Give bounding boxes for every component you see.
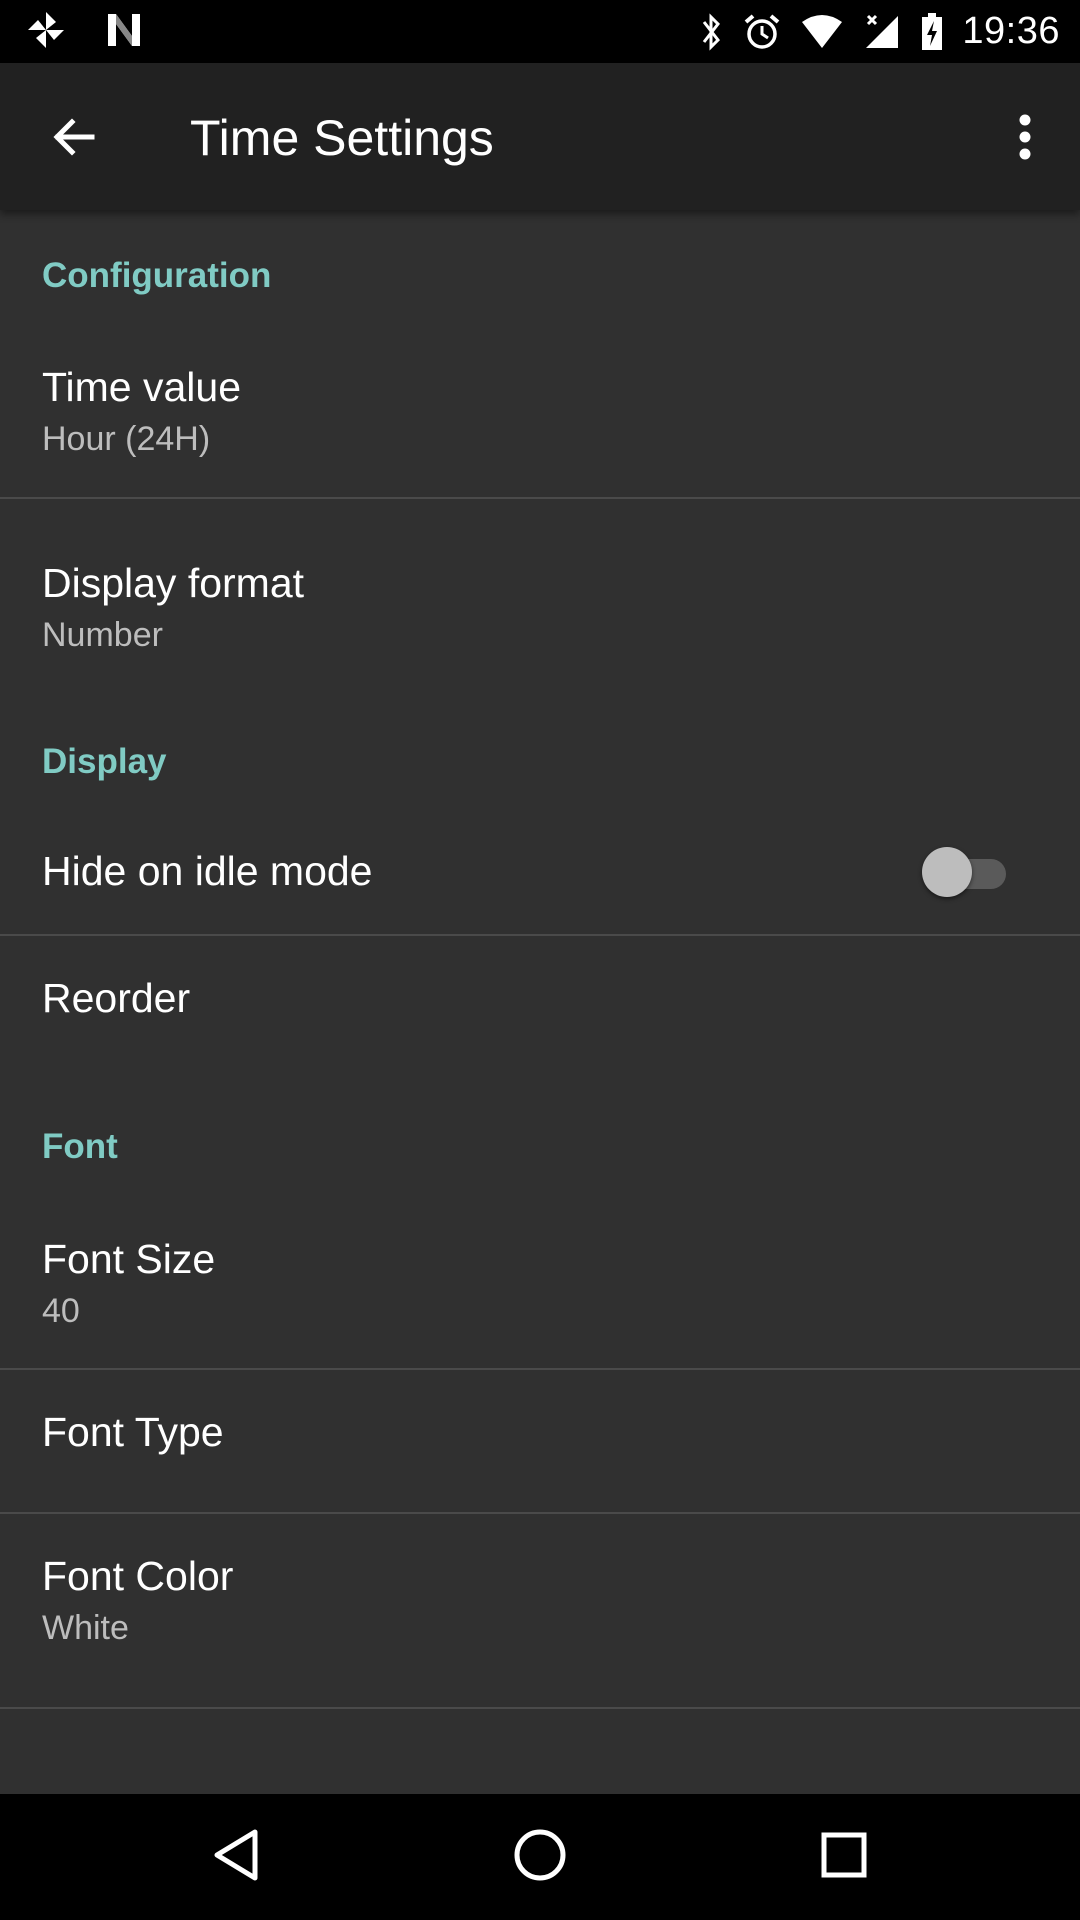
- app-bar: Time Settings: [0, 63, 1080, 210]
- status-time: 19:36: [962, 10, 1060, 52]
- pref-title: Time value: [42, 364, 241, 410]
- pref-summary: 40: [42, 1292, 80, 1330]
- divider: [0, 1512, 1080, 1514]
- nav-back-icon: [211, 1828, 261, 1887]
- toggle-thumb: [922, 847, 972, 897]
- signal-icon: [862, 12, 902, 52]
- pref-title: Display format: [42, 560, 305, 606]
- pref-font-size[interactable]: Font Size 40: [0, 1196, 1080, 1380]
- pinwheel-icon: [26, 10, 66, 50]
- arrow-back-icon: [50, 113, 98, 166]
- alarm-icon: [742, 12, 782, 52]
- back-button[interactable]: [38, 103, 110, 175]
- wifi-icon: [800, 14, 844, 50]
- category-font: Font: [42, 1127, 118, 1166]
- nav-back-button[interactable]: [196, 1817, 276, 1897]
- divider: [0, 1368, 1080, 1370]
- pref-summary: Number: [42, 616, 163, 654]
- navigation-bar: [0, 1794, 1080, 1920]
- pref-title: Hide on idle mode: [42, 848, 373, 894]
- pref-summary: White: [42, 1609, 129, 1647]
- battery-charging-icon: [920, 12, 944, 52]
- pref-font-color[interactable]: Font Color White: [0, 1515, 1080, 1705]
- pref-font-type[interactable]: Font Type: [0, 1371, 1080, 1511]
- hide-idle-toggle[interactable]: [922, 845, 1008, 899]
- nav-home-button[interactable]: [500, 1817, 580, 1897]
- n-icon: [104, 10, 144, 50]
- pref-display-format[interactable]: Display format Number: [0, 500, 1080, 684]
- bluetooth-icon: [700, 12, 724, 52]
- divider: [0, 934, 1080, 936]
- divider: [0, 497, 1080, 499]
- nav-recents-icon: [820, 1831, 868, 1884]
- category-configuration: Configuration: [42, 256, 272, 295]
- pref-title: Font Color: [42, 1553, 234, 1599]
- pref-time-value[interactable]: Time value Hour (24H): [0, 322, 1080, 506]
- nav-recents-button[interactable]: [804, 1817, 884, 1897]
- pref-title: Font Size: [42, 1236, 216, 1282]
- pref-title: Reorder: [42, 975, 191, 1021]
- divider: [0, 1707, 1080, 1709]
- overflow-menu-button[interactable]: [992, 103, 1058, 175]
- settings-list: Configuration Time value Hour (24H) Disp…: [0, 210, 1080, 1794]
- pref-summary: Hour (24H): [42, 420, 211, 458]
- status-bar: 19:36: [0, 0, 1080, 63]
- nav-home-icon: [513, 1828, 567, 1887]
- pref-hide-on-idle[interactable]: Hide on idle mode: [0, 810, 1080, 950]
- pref-reorder[interactable]: Reorder: [0, 937, 1080, 1077]
- category-display: Display: [42, 742, 167, 781]
- pref-title: Font Type: [42, 1409, 224, 1455]
- more-vert-icon: [1018, 113, 1032, 166]
- page-title: Time Settings: [190, 110, 494, 166]
